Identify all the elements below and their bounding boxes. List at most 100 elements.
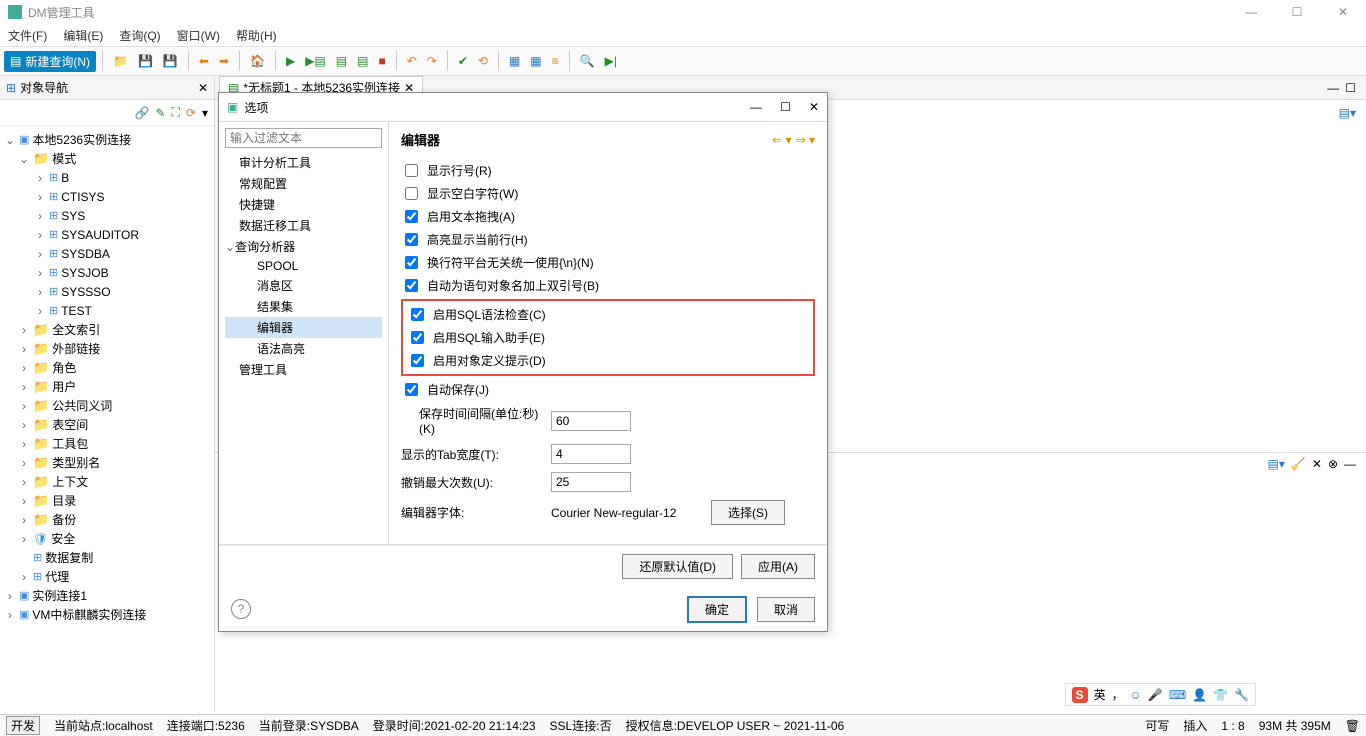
tree-schema-item[interactable]: SYS: [61, 209, 85, 223]
menu-help[interactable]: 帮助(H): [236, 27, 277, 44]
chk-show-space[interactable]: [405, 187, 418, 200]
tree-folder-item[interactable]: 用户: [52, 378, 76, 395]
undo-max-input[interactable]: [551, 472, 631, 492]
nav-editor[interactable]: 编辑器: [225, 317, 382, 338]
edit-icon[interactable]: ✎: [155, 106, 165, 120]
tree-instance1[interactable]: 实例连接1: [32, 587, 87, 604]
new-query-button[interactable]: ▤ 新建查询(N): [4, 51, 96, 72]
explain-icon[interactable]: ▤: [353, 51, 372, 71]
grid-icon[interactable]: ▦: [505, 51, 524, 71]
chk-autosave[interactable]: [405, 383, 418, 396]
back-icon[interactable]: ⬅: [195, 51, 213, 71]
nav-manage[interactable]: 管理工具: [225, 359, 382, 380]
refresh-icon[interactable]: ⟳: [186, 106, 196, 120]
menu-edit[interactable]: 编辑(E): [63, 27, 103, 44]
tree-schema-item[interactable]: SYSAUDITOR: [61, 228, 139, 242]
tree-schema-item[interactable]: SYSDBA: [61, 247, 110, 261]
result-view-icon[interactable]: ▤▾: [1268, 457, 1285, 471]
nav-query[interactable]: 查询分析器: [235, 240, 295, 254]
find-icon[interactable]: 🔍: [576, 51, 599, 71]
tree-root[interactable]: 本地5236实例连接: [32, 131, 131, 148]
filter-input[interactable]: [225, 128, 382, 148]
save-all-icon[interactable]: 💾: [159, 51, 182, 71]
tree-folder-item[interactable]: 数据复制: [45, 549, 93, 566]
dialog-maximize-icon[interactable]: ☐: [780, 100, 791, 114]
restore-defaults-button[interactable]: 还原默认值(D): [622, 554, 733, 579]
run-script-icon[interactable]: ▶▤: [301, 51, 330, 71]
nav-fwd-icon[interactable]: ⇒ ▾: [796, 133, 815, 147]
sidebar-tab[interactable]: ⊞ 对象导航 ✕: [0, 76, 214, 100]
ime-skin-icon[interactable]: 👕: [1213, 688, 1228, 702]
tree-folder-item[interactable]: 类型别名: [52, 454, 100, 471]
chk-highlight[interactable]: [405, 233, 418, 246]
menu-file[interactable]: 文件(F): [8, 27, 47, 44]
tree-folder-item[interactable]: 安全: [51, 530, 75, 547]
link-icon[interactable]: 🔗: [134, 106, 149, 120]
cancel-button[interactable]: 取消: [757, 597, 815, 622]
chk-autoquote[interactable]: [405, 279, 418, 292]
tree-folder-item[interactable]: 公共同义词: [52, 397, 112, 414]
chk-show-line[interactable]: [405, 164, 418, 177]
next-icon[interactable]: ▶|: [601, 51, 621, 71]
choose-font-button[interactable]: 选择(S): [711, 500, 785, 525]
save-interval-input[interactable]: [551, 411, 631, 431]
tree-schema-item[interactable]: CTISYS: [61, 190, 104, 204]
dialog-minimize-icon[interactable]: —: [750, 100, 762, 114]
tab-width-input[interactable]: [551, 444, 631, 464]
nav-migrate[interactable]: 数据迁移工具: [225, 215, 382, 236]
chk-drag-text[interactable]: [405, 210, 418, 223]
format-icon[interactable]: ≡: [548, 51, 563, 71]
ime-mic-icon[interactable]: 🎤: [1148, 688, 1163, 702]
chk-sql-assist[interactable]: [411, 331, 424, 344]
forward-icon[interactable]: ➡: [215, 51, 233, 71]
nav-back-icon[interactable]: ⇐ ▾: [772, 133, 791, 147]
maximize-pane-icon[interactable]: ☐: [1345, 81, 1356, 95]
tree-schema-item[interactable]: B: [61, 171, 69, 185]
dropdown-icon[interactable]: ▾: [202, 106, 208, 120]
run-icon[interactable]: ▶: [282, 51, 299, 71]
cal-icon[interactable]: ▦: [526, 51, 545, 71]
nav-spool[interactable]: SPOOL: [225, 257, 382, 275]
tree-folder-item[interactable]: 工具包: [52, 435, 88, 452]
close-button[interactable]: ✕: [1320, 0, 1366, 24]
ime-smiley-icon[interactable]: ☺: [1130, 688, 1142, 702]
tree-folder-item[interactable]: 角色: [52, 359, 76, 376]
clear-icon[interactable]: ✕: [1312, 457, 1322, 471]
debug-icon[interactable]: ▤: [332, 51, 351, 71]
dialog-close-icon[interactable]: ✕: [809, 100, 819, 114]
commit-icon[interactable]: ✔: [454, 51, 472, 71]
close-result-icon[interactable]: ⊗: [1328, 457, 1338, 471]
tree-schema[interactable]: 模式: [52, 150, 76, 167]
save-icon[interactable]: 💾: [134, 51, 157, 71]
nav-general[interactable]: 常规配置: [225, 173, 382, 194]
nav-result[interactable]: 结果集: [225, 296, 382, 317]
chk-sql-check[interactable]: [411, 308, 424, 321]
tree-instance2[interactable]: VM中标麒麟实例连接: [32, 606, 146, 623]
broom-icon[interactable]: 🧹: [1291, 457, 1306, 471]
status-dev[interactable]: 开发: [6, 716, 40, 735]
help-icon[interactable]: ?: [231, 599, 251, 619]
home-icon[interactable]: 🏠: [246, 51, 269, 71]
nav-shortcut[interactable]: 快捷键: [225, 194, 382, 215]
maximize-button[interactable]: ☐: [1274, 0, 1320, 24]
minimize-pane-icon[interactable]: —: [1327, 81, 1339, 95]
menu-query[interactable]: 查询(Q): [119, 27, 160, 44]
tree-schema-item[interactable]: SYSJOB: [61, 266, 108, 280]
close-icon[interactable]: ✕: [198, 81, 208, 95]
view-menu-icon[interactable]: ▤▾: [1339, 106, 1356, 120]
apply-button[interactable]: 应用(A): [741, 554, 815, 579]
chk-newline[interactable]: [405, 256, 418, 269]
open-icon[interactable]: 📁: [109, 51, 132, 71]
stop-icon[interactable]: ■: [374, 51, 389, 71]
ime-lang[interactable]: 英: [1094, 686, 1106, 703]
ime-punct-icon[interactable]: ，: [1112, 686, 1124, 703]
tree-folder-item[interactable]: 备份: [52, 511, 76, 528]
tree-schema-item[interactable]: SYSSSO: [61, 285, 110, 299]
undo-icon[interactable]: ↶: [403, 51, 421, 71]
nav-msg[interactable]: 消息区: [225, 275, 382, 296]
trash-icon[interactable]: 🗑: [1345, 719, 1360, 733]
ime-keyboard-icon[interactable]: ⌨: [1169, 688, 1186, 702]
menu-window[interactable]: 窗口(W): [177, 27, 220, 44]
object-tree[interactable]: ⌄▣本地5236实例连接 ⌄📁模式 ›⊞B›⊞CTISYS›⊞SYS›⊞SYSA…: [0, 126, 214, 712]
min-result-icon[interactable]: —: [1344, 457, 1356, 471]
